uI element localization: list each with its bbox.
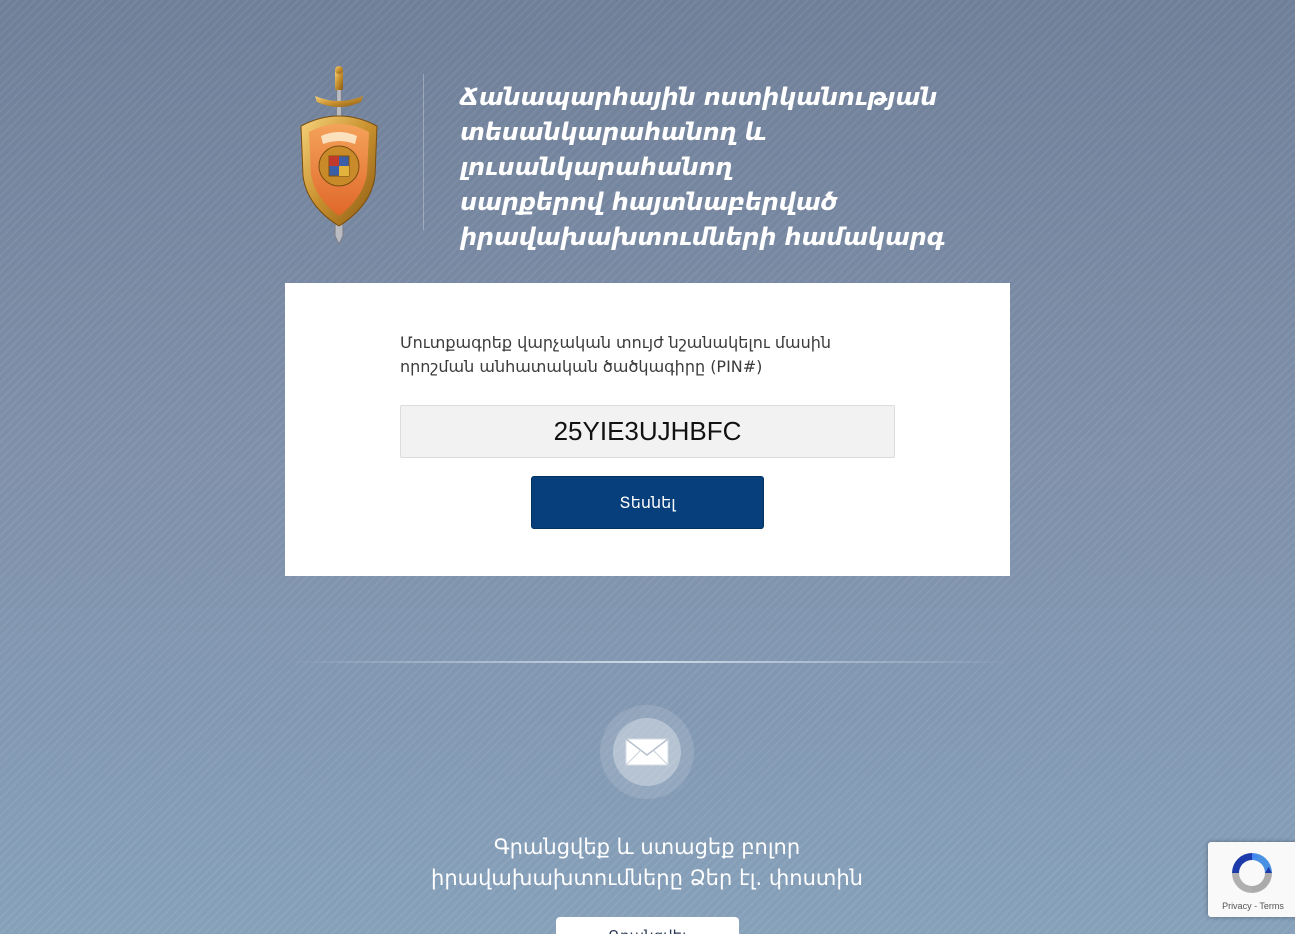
pin-instruction-line: որոշման անհատական ծածկագիրը (PIN#) [400, 357, 763, 376]
recaptcha-badge[interactable]: Privacy - Terms [1208, 842, 1295, 917]
pin-instruction-line: Մուտքագրեք վարչական տույժ նշանակելու մաս… [400, 333, 832, 352]
section-divider [290, 661, 1010, 663]
pin-instruction: Մուտքագրեք վարչական տույժ նշանակելու մաս… [400, 331, 900, 379]
site-header: Ճանապարհային ոստիկանության տեսանկարահանո… [285, 60, 1025, 260]
police-emblem-icon [291, 66, 387, 256]
mail-circle [613, 718, 681, 786]
site-title: Ճանապարհային ոստիկանության տեսանկարահանո… [460, 80, 1020, 255]
terms-link[interactable]: Terms [1259, 901, 1284, 911]
pin-input[interactable]: 25YIE3UJHBFC [400, 405, 895, 458]
recaptcha-logo-icon [1232, 853, 1272, 893]
subscribe-text-line: Գրանցվեք և ստացեք բոլոր [493, 835, 801, 859]
site-title-line: տեսանկարահանող և լուսանկարահանող [460, 118, 767, 181]
subscribe-text-line: իրավախախտումները Ձեր էլ. փոստին [431, 866, 863, 890]
recaptcha-links: Privacy - Terms [1208, 901, 1295, 911]
mail-badge [600, 705, 694, 799]
envelope-icon [625, 738, 669, 766]
privacy-link[interactable]: Privacy [1222, 901, 1252, 911]
site-title-line: Ճանապարհային ոստիկանության [460, 83, 938, 111]
site-title-line: իրավախախտումների համակարգ [460, 223, 946, 251]
header-divider [423, 74, 424, 230]
pin-card: Մուտքագրեք վարչական տույժ նշանակելու մաս… [285, 283, 1010, 576]
view-button[interactable]: Տեսնել [531, 476, 764, 529]
subscribe-text: Գրանցվեք և ստացեք բոլոր իրավախախտումները… [347, 832, 947, 894]
site-title-line: սարքերով հայտնաբերված [460, 188, 838, 216]
subscribe-button[interactable]: Գրանցվել [556, 917, 739, 934]
